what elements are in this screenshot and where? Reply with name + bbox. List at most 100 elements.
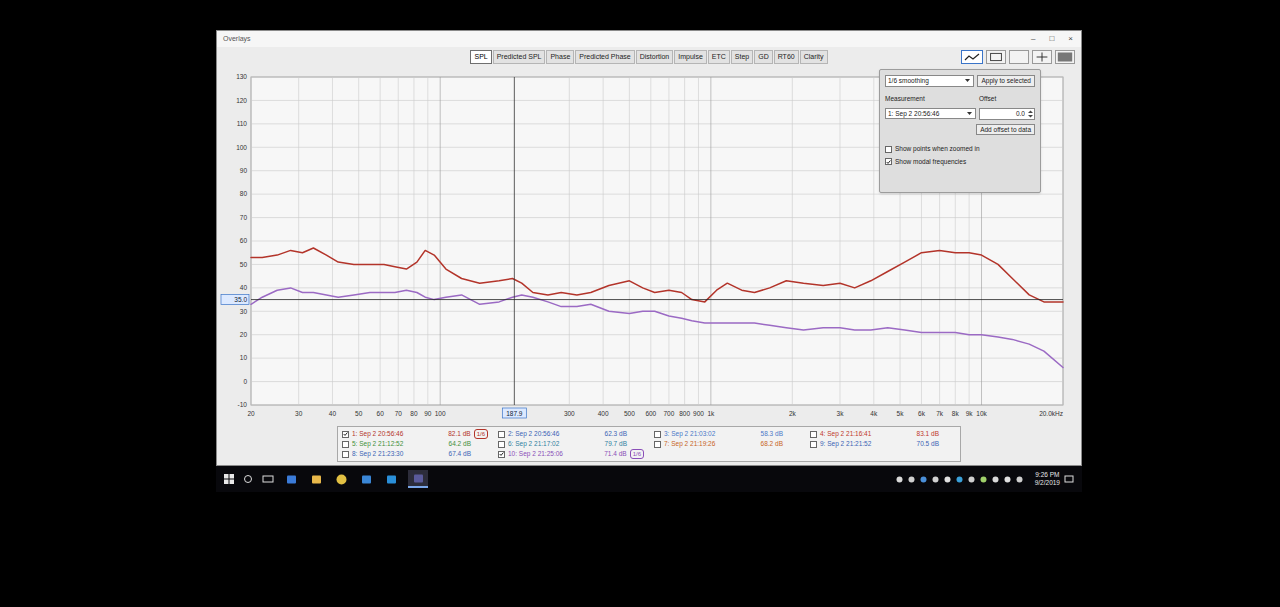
search-icon[interactable]	[243, 474, 253, 484]
checkbox[interactable]	[342, 441, 349, 448]
maximize-button[interactable]: □	[1047, 35, 1056, 43]
skype-app-button[interactable]	[383, 470, 399, 488]
tab[interactable]: GD	[754, 50, 773, 65]
option-checkbox-row[interactable]: Show modal frequencies	[885, 157, 1035, 167]
offset-input[interactable]	[980, 109, 1027, 119]
tray-icon[interactable]	[1004, 476, 1011, 483]
grid-line	[332, 77, 333, 405]
spinner-icon[interactable]	[1027, 109, 1034, 119]
notifications-icon[interactable]	[1064, 474, 1074, 484]
tab[interactable]: Impulse	[674, 50, 707, 65]
x-tick-label: 80	[410, 410, 418, 417]
legend-item[interactable]: 1: Sep 2 20:56:4682.1 dB1/6	[342, 429, 488, 439]
tray-icon[interactable]	[896, 476, 903, 483]
settings-button[interactable]	[1055, 50, 1075, 64]
legend-item[interactable]: 8: Sep 2 21:23:3067.4 dB	[342, 449, 488, 459]
tray-icon[interactable]	[908, 476, 915, 483]
legend-item[interactable]: 7: Sep 2 21:19:2668.2 dB	[654, 439, 800, 449]
checkbox[interactable]	[342, 431, 349, 438]
grid-line	[650, 77, 651, 405]
legend-item[interactable]: 10: Sep 2 21:25:0671.4 dB1/6	[498, 449, 644, 459]
check-icon	[343, 431, 348, 437]
grid-line	[251, 405, 1063, 406]
legend-name: 3: Sep 2 21:03:02	[664, 429, 758, 439]
checkbox[interactable]	[342, 451, 349, 458]
grid-line	[251, 77, 252, 405]
x-tick-label: 900	[693, 410, 704, 417]
legend-column: 2: Sep 2 20:56:4662.3 dB6: Sep 2 21:17:0…	[498, 429, 644, 459]
tray-icon[interactable]	[968, 476, 975, 483]
tray-icon[interactable]	[1016, 476, 1023, 483]
dropdown-arrow-icon[interactable]	[964, 77, 971, 84]
tab[interactable]: Step	[731, 50, 753, 65]
tray-icon[interactable]	[980, 476, 987, 483]
cursor-vertical-line[interactable]	[514, 77, 515, 405]
legend-item[interactable]: 4: Sep 2 21:16:4183.1 dB	[810, 429, 956, 439]
graph-view-button[interactable]	[961, 50, 983, 64]
store-app-button[interactable]	[358, 470, 374, 488]
window-view-button[interactable]	[986, 50, 1006, 64]
file-explorer-icon	[311, 474, 322, 485]
grid-line	[427, 77, 428, 405]
minimize-button[interactable]: –	[1029, 35, 1037, 43]
checkbox[interactable]	[498, 451, 505, 458]
legend-name: 10: Sep 2 21:25:06	[508, 449, 601, 459]
blank-view-icon	[1010, 51, 1028, 63]
edge-app-button[interactable]	[283, 470, 299, 488]
cursor-frequency-label: 187.9	[506, 410, 523, 417]
monitor-screen: Overlays–□×SPLPredicted SPLPhasePredicte…	[216, 30, 1082, 492]
y-tick-label: 60	[240, 237, 248, 244]
tab[interactable]: Distortion	[636, 50, 674, 65]
legend-item[interactable]: 9: Sep 2 21:21:5270.5 dB	[810, 439, 956, 449]
measurement-dropdown[interactable]: 1: Sep 2 20:56:46	[885, 108, 976, 120]
legend-name: 8: Sep 2 21:23:30	[352, 449, 446, 459]
options-list: Show points when zoomed in Show modal fre…	[885, 139, 1035, 167]
task-view-icon[interactable]	[262, 474, 274, 484]
cursor-horizontal-line[interactable]	[251, 299, 1063, 300]
legend-item[interactable]: 5: Sep 2 21:12:5264.2 dB	[342, 439, 488, 449]
checkbox[interactable]	[810, 441, 817, 448]
blank-view-button[interactable]	[1009, 50, 1029, 64]
close-button[interactable]: ×	[1066, 35, 1075, 43]
tab[interactable]: ETC	[708, 50, 730, 65]
x-tick-label: 7k	[936, 410, 944, 417]
checkbox[interactable]	[654, 441, 661, 448]
checkbox[interactable]	[810, 431, 817, 438]
crosshair-button[interactable]	[1032, 50, 1052, 64]
rew-app-button[interactable]	[408, 470, 428, 488]
windows-start-icon[interactable]	[224, 474, 234, 484]
add-offset-button[interactable]: Add offset to data	[976, 124, 1035, 136]
tray-icon[interactable]	[932, 476, 939, 483]
option-checkbox-row[interactable]: Show points when zoomed in	[885, 144, 1035, 154]
tab[interactable]: RT60	[774, 50, 799, 65]
checkbox[interactable]	[498, 431, 505, 438]
tab[interactable]: SPL	[470, 50, 491, 65]
tray-icon[interactable]	[992, 476, 999, 483]
toolbar: SPLPredicted SPLPhasePredicted PhaseDist…	[217, 47, 1081, 67]
tray-icon[interactable]	[956, 476, 963, 483]
tab[interactable]: Phase	[546, 50, 574, 65]
checkbox[interactable]	[885, 158, 892, 165]
legend-item[interactable]: 6: Sep 2 21:17:0279.7 dB	[498, 439, 644, 449]
tab[interactable]: Clarity	[800, 50, 828, 65]
tab[interactable]: Predicted SPL	[493, 50, 546, 65]
grid-line	[380, 77, 381, 405]
tray-icon[interactable]	[944, 476, 951, 483]
chart-area: 1301201101009080706050403020100-10203040…	[217, 67, 1081, 423]
grid-line	[298, 77, 299, 405]
smoothing-dropdown[interactable]: 1/6 smoothing	[885, 75, 974, 87]
legend-item[interactable]: 2: Sep 2 20:56:4662.3 dB	[498, 429, 644, 439]
tray-icon[interactable]	[920, 476, 927, 483]
checkbox[interactable]	[498, 441, 505, 448]
chrome-app-button[interactable]	[333, 470, 349, 488]
clock[interactable]: 9:26 PM9/2/2019	[1031, 471, 1064, 487]
apply-to-selected-button[interactable]: Apply to selected	[977, 75, 1035, 87]
checkbox[interactable]	[885, 146, 892, 153]
graph-view-icon	[962, 51, 982, 63]
dropdown-arrow-icon[interactable]	[966, 110, 973, 117]
legend-item[interactable]: 3: Sep 2 21:03:0258.3 dB	[654, 429, 800, 439]
tab[interactable]: Predicted Phase	[575, 50, 634, 65]
checkbox[interactable]	[654, 431, 661, 438]
file-explorer-button[interactable]	[308, 470, 324, 488]
measurement-value: 1: Sep 2 20:56:46	[888, 109, 939, 119]
